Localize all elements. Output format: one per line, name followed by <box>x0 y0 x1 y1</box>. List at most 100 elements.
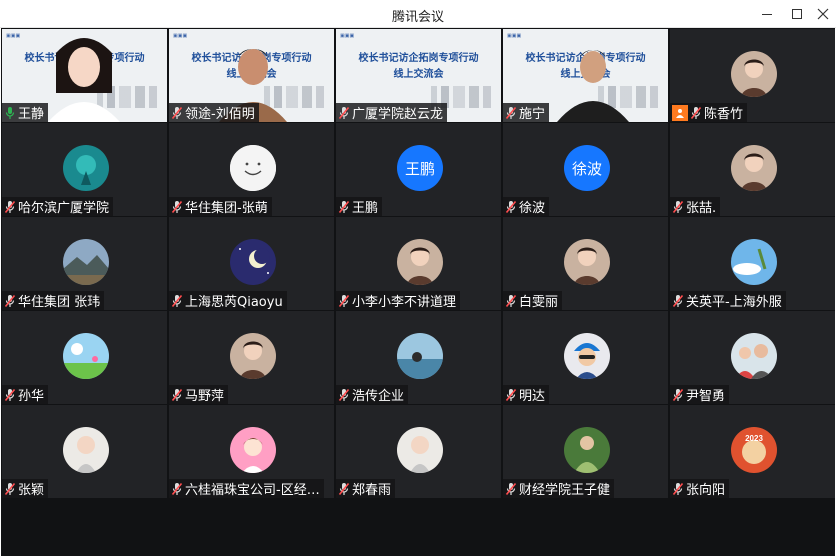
participant-name: 领途-刘佰明 <box>185 107 255 122</box>
close-icon <box>817 8 829 20</box>
participant-tile[interactable]: 浩传企业 <box>336 311 501 404</box>
mic-muted-icon <box>4 294 16 307</box>
participant-tile[interactable]: 明达 <box>503 311 668 404</box>
close-button[interactable] <box>813 4 833 24</box>
participant-name: 小李小李不讲道理 <box>352 295 457 310</box>
participant-tile[interactable]: 哈尔滨广厦学院 <box>2 123 167 216</box>
screen-share-icon <box>672 104 688 121</box>
mic-muted-icon <box>338 294 350 307</box>
mic-muted-icon <box>505 200 517 213</box>
participant-tile[interactable]: 2023 张向阳 <box>670 405 835 498</box>
mic-muted-icon <box>505 388 517 401</box>
participant-name-bar: 王静 <box>2 103 49 122</box>
participant-name: 明达 <box>519 389 546 404</box>
participant-tile[interactable]: 华住集团-张萌 <box>169 123 334 216</box>
participant-tile[interactable]: 六桂福珠宝公司-区经… <box>169 405 334 498</box>
participant-name-bar: 徐波 <box>503 197 550 216</box>
participant-avatar: 王鹏 <box>397 145 443 191</box>
participant-name-bar: 马野萍 <box>169 385 229 404</box>
mic-muted-icon <box>338 482 350 495</box>
participant-tile[interactable]: ▣▣▣ 校长书记访企拓岗专项行动 线上交流会 广厦学院赵云龙 <box>336 29 501 122</box>
participant-tile[interactable]: 张颖 <box>2 405 167 498</box>
participant-name-bar: 哈尔滨广厦学院 <box>2 197 114 216</box>
speaker-video-figure <box>48 38 120 122</box>
slide-logo: ▣▣▣ <box>173 33 188 39</box>
participant-name: 王静 <box>18 107 45 122</box>
participant-tile[interactable]: 郑春雨 <box>336 405 501 498</box>
participant-name-bar: 张喆. <box>670 197 721 216</box>
participant-tile[interactable]: ▣▣▣校长书记访企拓岗专项行动线上交流会施宁 <box>503 29 668 122</box>
participant-name-bar: 小李小李不讲道理 <box>336 291 461 310</box>
slide-subtitle: 线上交流会 <box>393 69 444 80</box>
mic-muted-icon <box>338 200 350 213</box>
seaside-avatar-icon <box>397 333 443 379</box>
person-photo-avatar-icon <box>731 145 777 191</box>
green-figure-avatar-icon <box>564 427 610 473</box>
participant-name-bar: 郑春雨 <box>336 479 396 498</box>
participant-name: 哈尔滨广厦学院 <box>18 201 110 216</box>
participant-name-bar: 华住集团-张萌 <box>169 197 272 216</box>
mic-muted-icon <box>171 106 183 119</box>
avatar-badge-text: 2023 <box>745 434 763 443</box>
night-moon-avatar-icon <box>230 239 276 285</box>
participant-name-bar: 张颖 <box>2 479 49 498</box>
participant-tile[interactable]: 王鹏 王鹏 <box>336 123 501 216</box>
participant-tile[interactable]: 孙华 <box>2 311 167 404</box>
participant-video-figure <box>557 50 629 122</box>
mic-muted-icon <box>672 294 684 307</box>
participant-name: 华住集团-张萌 <box>185 201 268 216</box>
slide-logo: ▣▣▣ <box>6 33 21 39</box>
participant-name: 施宁 <box>519 107 546 122</box>
slide-title: 校长书记访企拓岗专项行动 <box>358 53 479 64</box>
mic-muted-icon <box>672 388 684 401</box>
mic-muted-icon <box>338 106 350 119</box>
participant-name: 孙华 <box>18 389 45 404</box>
participant-tile[interactable]: 张喆. <box>670 123 835 216</box>
landscape-avatar-icon <box>63 239 109 285</box>
mic-muted-icon <box>505 106 517 119</box>
title-bar: 腾讯会议 <box>0 0 836 28</box>
window-title: 腾讯会议 <box>391 10 444 25</box>
participant-name-bar: 六桂福珠宝公司-区经… <box>169 479 324 498</box>
participant-name-bar: 施宁 <box>503 103 550 122</box>
teal-figure-avatar-icon <box>63 145 109 191</box>
participant-tile[interactable]: 关英平-上海外服 <box>670 217 835 310</box>
participant-name: 徐波 <box>519 201 546 216</box>
mic-muted-icon <box>171 388 183 401</box>
sky-avatar-icon <box>731 239 777 285</box>
participant-name-bar: 明达 <box>503 385 550 404</box>
minimize-button[interactable] <box>757 4 777 24</box>
participant-name: 张向阳 <box>686 483 726 498</box>
participant-name: 六桂福珠宝公司-区经… <box>185 483 320 498</box>
participant-tile[interactable]: 华住集团 张玮 <box>2 217 167 310</box>
participant-tile[interactable]: ▣▣▣校长书记访企拓岗专项行动线上交流会王静 <box>2 29 167 122</box>
mic-muted-icon <box>338 388 350 401</box>
participant-tile[interactable]: 尹智勇 <box>670 311 835 404</box>
participant-tile[interactable]: 上海思芮Qiaoyu <box>169 217 334 310</box>
maximize-button[interactable] <box>787 4 807 24</box>
participant-tile[interactable]: ▣▣▣校长书记访企拓岗专项行动线上交流会领途-刘佰明 <box>169 29 334 122</box>
participant-name: 白雯丽 <box>519 295 559 310</box>
participant-name-bar: 白雯丽 <box>503 291 563 310</box>
participant-avatar: 徐波 <box>564 145 610 191</box>
participant-tile[interactable]: 小李小李不讲道理 <box>336 217 501 310</box>
mic-muted-icon <box>690 106 702 119</box>
participant-name: 华住集团 张玮 <box>18 295 101 310</box>
participant-name-bar: 华住集团 张玮 <box>2 291 105 310</box>
participant-tile[interactable]: 马野萍 <box>169 311 334 404</box>
cartoon-worker-avatar-icon <box>564 333 610 379</box>
mic-muted-icon <box>505 294 517 307</box>
participant-tile[interactable]: 财经学院王子健 <box>503 405 668 498</box>
participant-name: 郑春雨 <box>352 483 392 498</box>
child-photo-avatar-icon <box>63 427 109 473</box>
participant-tile[interactable]: 白雯丽 <box>503 217 668 310</box>
mic-muted-icon <box>171 294 183 307</box>
participant-name-bar: 广厦学院赵云龙 <box>336 103 448 122</box>
cartoon-girl-avatar-icon <box>230 427 276 473</box>
mic-muted-icon <box>171 482 183 495</box>
participant-name: 关英平-上海外服 <box>686 295 782 310</box>
participant-name-bar: 陈香竹 <box>670 103 748 122</box>
participant-tile[interactable]: 陈香竹 <box>670 29 835 122</box>
person-photo-avatar-icon <box>230 333 276 379</box>
participant-tile[interactable]: 徐波 徐波 <box>503 123 668 216</box>
